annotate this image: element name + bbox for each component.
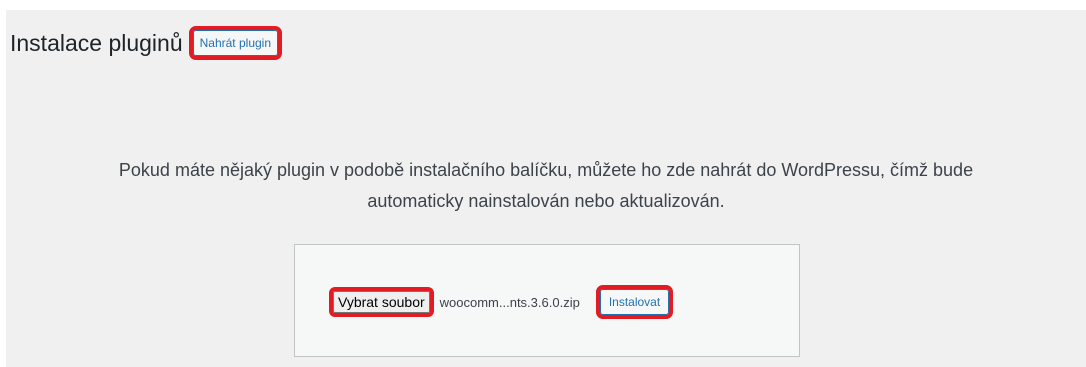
description-line-1: Pokud máte nějaký plugin v podobě instal… — [118, 160, 974, 180]
main-panel: Instalace pluginů Nahrát plugin Pokud má… — [6, 10, 1086, 367]
upload-description: Pokud máte nějaký plugin v podobě instal… — [6, 155, 1086, 216]
upload-row: Vybrat soubor woocomm...nts.3.6.0.zip In… — [329, 285, 674, 319]
selected-file-name: woocomm...nts.3.6.0.zip — [439, 294, 580, 310]
page-header: Instalace pluginů Nahrát plugin — [10, 26, 283, 60]
choose-file-button[interactable]: Vybrat soubor — [329, 286, 434, 318]
upload-form: Vybrat soubor woocomm...nts.3.6.0.zip In… — [294, 244, 800, 357]
install-button[interactable]: Instalovat — [595, 285, 674, 319]
description-line-2: automaticky nainstalován nebo aktualizov… — [367, 190, 725, 211]
page-title: Instalace pluginů — [10, 29, 183, 56]
upload-plugin-button[interactable]: Nahrát plugin — [188, 26, 283, 60]
